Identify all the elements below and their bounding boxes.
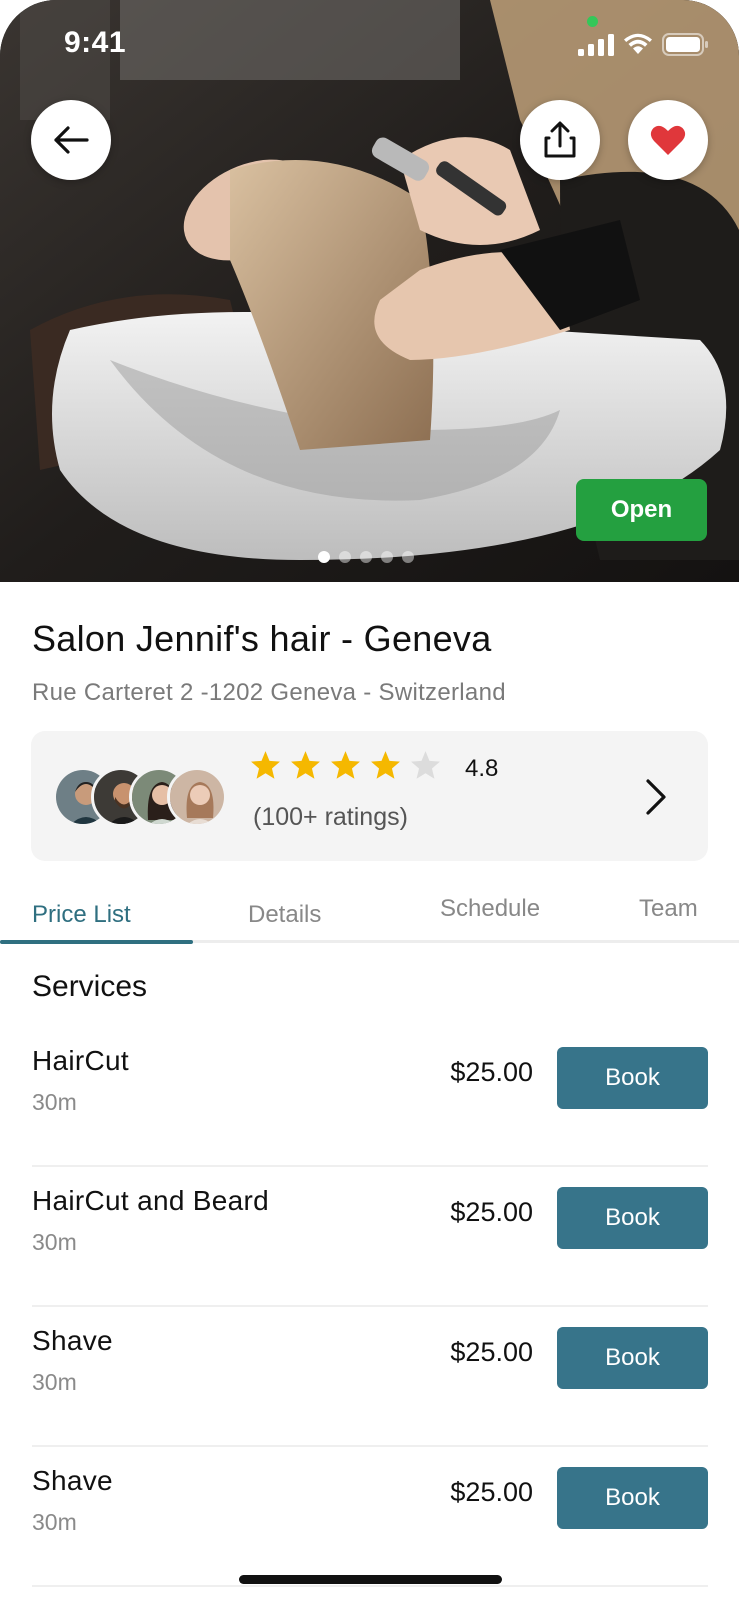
salon-name: Salon Jennif's hair - Geneva [32, 618, 492, 659]
tab-details[interactable]: Details [248, 901, 321, 929]
star-filled-icon [331, 751, 360, 779]
wifi-icon [624, 33, 652, 54]
share-button[interactable] [520, 100, 600, 180]
service-price: $25.00 [450, 1197, 533, 1227]
tab-price-list[interactable]: Price List [32, 901, 131, 929]
privacy-indicator-dot [587, 16, 598, 27]
heart-icon [650, 125, 686, 155]
star-filled-icon [371, 751, 400, 779]
book-button[interactable]: Book [557, 1327, 708, 1389]
rating-value: 4.8 [465, 755, 499, 782]
service-name: HairCut and Beard [32, 1185, 270, 1216]
service-name: Shave [32, 1325, 113, 1356]
pager-dot[interactable] [318, 551, 330, 563]
active-tab-indicator [0, 940, 193, 944]
book-button[interactable]: Book [557, 1187, 708, 1249]
cellular-signal-icon [578, 34, 614, 56]
battery-icon [662, 33, 708, 56]
back-button[interactable] [31, 100, 111, 180]
service-price: $25.00 [450, 1057, 533, 1087]
pager-dot[interactable] [339, 551, 351, 563]
favorite-button[interactable] [628, 100, 708, 180]
status-bar: 9:41 [0, 0, 739, 90]
ratings-card[interactable]: 4.8 (100+ ratings) [31, 731, 708, 861]
service-row: Shave 30m $25.00 Book [32, 1307, 708, 1447]
service-duration: 30m [32, 1229, 77, 1255]
tab-schedule[interactable]: Schedule [440, 895, 540, 923]
reviewer-avatars [53, 767, 243, 827]
service-row: Shave 30m $25.00 Book [32, 1447, 708, 1587]
service-duration: 30m [32, 1369, 77, 1395]
service-name: Shave [32, 1465, 113, 1496]
hero-gallery[interactable]: 9:41 Open [0, 0, 739, 582]
star-filled-icon [291, 751, 320, 779]
tab-team[interactable]: Team [639, 895, 698, 923]
salon-address: Rue Carteret 2 -1202 Geneva - Switzerlan… [32, 679, 506, 706]
status-time: 9:41 [64, 26, 127, 59]
gallery-pager[interactable] [318, 551, 414, 563]
book-button[interactable]: Book [557, 1467, 708, 1529]
rating-count: (100+ ratings) [253, 803, 408, 831]
pager-dot[interactable] [360, 551, 372, 563]
service-price: $25.00 [450, 1337, 533, 1367]
row-divider [32, 1585, 708, 1587]
arrow-left-icon [54, 126, 89, 154]
star-empty-icon [411, 751, 440, 779]
chevron-right-icon[interactable] [643, 777, 669, 817]
star-filled-icon [251, 751, 280, 779]
service-price: $25.00 [450, 1477, 533, 1507]
salon-detail-screen: 9:41 Open Salon Jennif's hair - Geneva R… [0, 0, 739, 1600]
service-duration: 30m [32, 1509, 77, 1535]
service-row: HairCut and Beard 30m $25.00 Book [32, 1167, 708, 1307]
service-row: HairCut 30m $25.00 Book [32, 1027, 708, 1167]
pager-dot[interactable] [402, 551, 414, 563]
service-name: HairCut [32, 1045, 130, 1076]
avatar [167, 767, 227, 827]
services-heading: Services [32, 970, 148, 1003]
share-icon [544, 121, 576, 158]
open-status-badge: Open [576, 479, 707, 541]
star-rating [249, 749, 442, 782]
home-indicator[interactable] [239, 1575, 502, 1584]
service-duration: 30m [32, 1089, 77, 1115]
book-button[interactable]: Book [557, 1047, 708, 1109]
pager-dot[interactable] [381, 551, 393, 563]
